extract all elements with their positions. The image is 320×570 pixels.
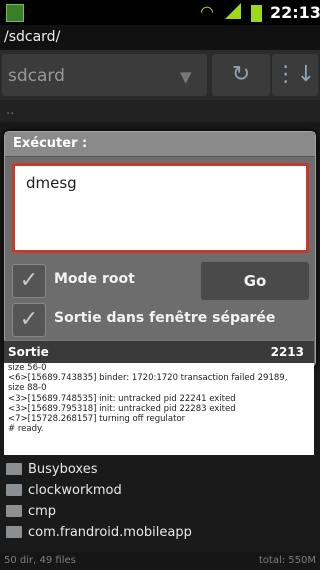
wifi-icon: ◠	[200, 2, 214, 21]
battery-icon	[251, 5, 262, 22]
footer-summary: 50 dir, 49 files total: 550M	[0, 552, 320, 570]
parent-directory-row[interactable]: ..	[0, 100, 320, 122]
sort-button[interactable]: ⋮↓	[272, 54, 318, 96]
dialog-title: Exécuter :	[13, 136, 88, 151]
mode-root-option[interactable]: ✓ Mode root	[12, 262, 192, 298]
file-name: Busyboxes	[28, 462, 98, 477]
folder-icon	[6, 505, 22, 517]
signal-icon	[225, 3, 241, 19]
list-item[interactable]: cmp	[0, 501, 320, 522]
toolbar: sdcard ▼ ↻ ⋮↓	[0, 50, 320, 100]
refresh-button[interactable]: ↻	[212, 54, 270, 96]
output-title: Sortie	[8, 345, 49, 359]
refresh-icon: ↻	[231, 62, 251, 87]
command-input[interactable]: dmesg	[12, 163, 309, 253]
status-time: 22:13	[270, 3, 320, 22]
separate-window-option[interactable]: ✓ Sortie dans fenêtre séparée	[12, 301, 307, 337]
status-bar: ◠ 22:13	[0, 0, 320, 25]
file-list: Busyboxes clockworkmod cmp com.frandroid…	[0, 459, 320, 543]
output-header: Sortie 2213	[4, 340, 314, 363]
spinner-label: sdcard	[8, 66, 65, 86]
location-spinner[interactable]: sdcard ▼	[2, 54, 207, 96]
app-icon	[6, 4, 24, 22]
go-button[interactable]: Go	[200, 261, 310, 301]
chevron-down-icon: ▼	[180, 68, 192, 86]
mode-root-checkbox[interactable]: ✓	[12, 264, 46, 298]
separate-window-label: Sortie dans fenêtre séparée	[54, 310, 276, 326]
folder-icon	[6, 484, 22, 496]
list-item[interactable]: Busyboxes	[0, 459, 320, 480]
folder-icon	[6, 526, 22, 538]
footer-count: 50 dir, 49 files	[4, 555, 76, 566]
file-name: clockworkmod	[28, 483, 122, 498]
log-line: size 56-0	[8, 363, 47, 373]
log-line: <3>[15689.795318] init: untracked pid 22…	[8, 403, 236, 414]
log-line: <7>[15728.268157] turning off regulator	[8, 414, 186, 425]
current-path: /sdcard/	[4, 29, 61, 45]
sort-icon: ⋮↓	[274, 62, 316, 87]
log-line: size 88-0	[8, 383, 47, 394]
parent-directory-label: ..	[6, 103, 15, 118]
log-line: <3>[15689.748535] init: untracked pid 22…	[8, 393, 236, 404]
list-item[interactable]: clockworkmod	[0, 480, 320, 501]
path-bar: /sdcard/	[0, 25, 320, 50]
log-line: <6>[15689.743835] binder: 1720:1720 tran…	[8, 373, 288, 384]
execute-dialog: Exécuter : dmesg ✓ Mode root Go ✓ Sortie…	[4, 131, 316, 367]
file-name: com.frandroid.mobileapp	[28, 525, 192, 540]
footer-total: total: 550M	[258, 555, 316, 566]
command-text: dmesg	[26, 174, 77, 192]
file-name: cmp	[28, 504, 57, 519]
output-count: 2213	[270, 345, 304, 359]
output-log[interactable]: size 56-0 <6>[15689.743835] binder: 1720…	[4, 363, 314, 455]
dialog-title-bar: Exécuter :	[5, 132, 315, 157]
folder-icon	[6, 463, 22, 475]
log-line: # ready.	[8, 424, 44, 435]
separate-window-checkbox[interactable]: ✓	[12, 303, 46, 337]
mode-root-label: Mode root	[54, 271, 135, 287]
list-item[interactable]: com.frandroid.mobileapp	[0, 522, 320, 543]
